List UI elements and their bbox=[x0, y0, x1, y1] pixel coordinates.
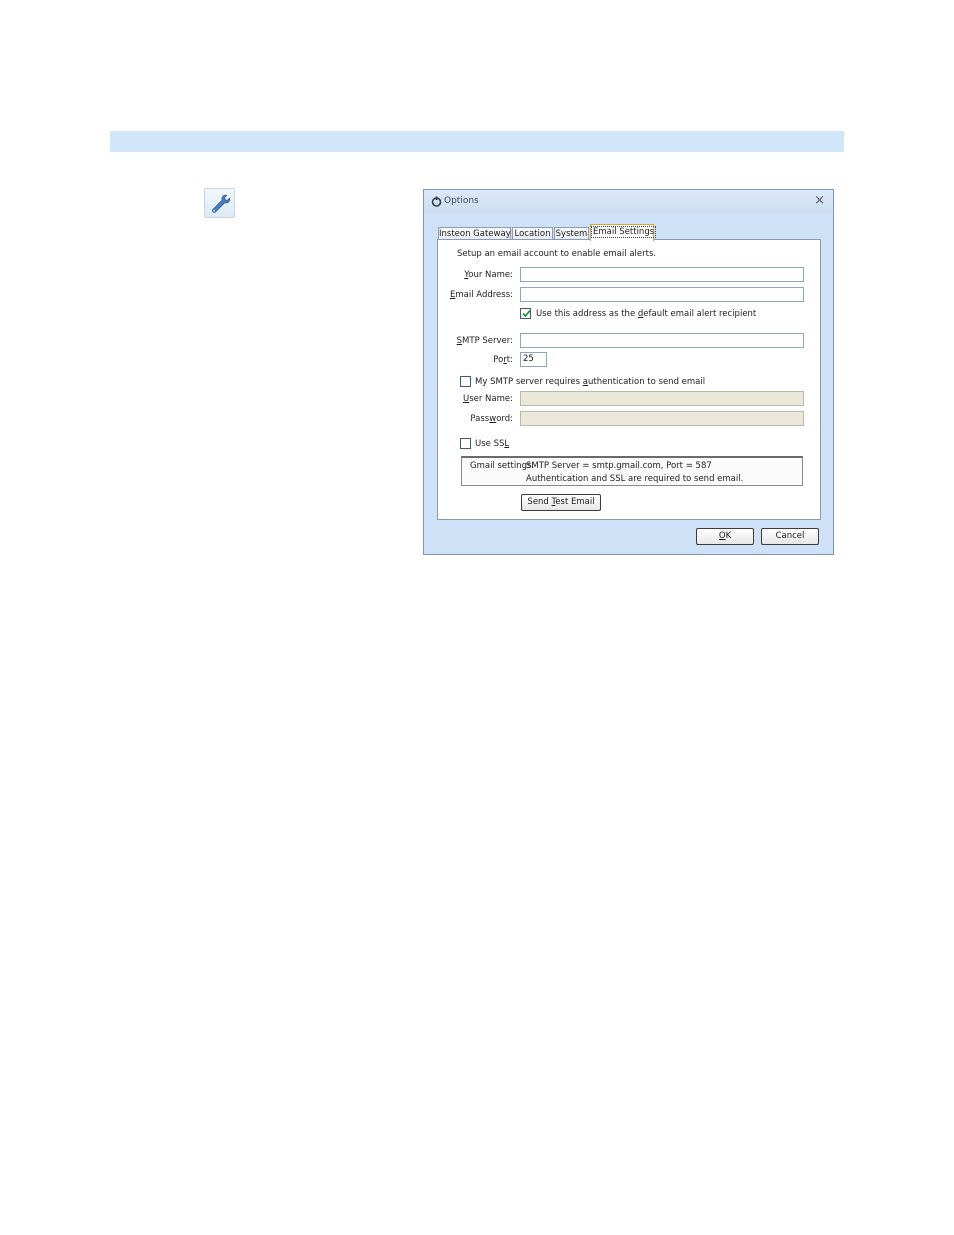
default-recipient-checkbox[interactable] bbox=[520, 308, 531, 319]
port-input[interactable]: 25 bbox=[520, 352, 547, 367]
gmail-info-line2: Authentication and SSL are required to s… bbox=[526, 474, 744, 484]
gmail-info-line1: SMTP Server = smtp.gmail.com, Port = 587 bbox=[526, 461, 712, 471]
tab-email-settings[interactable]: Email Settings bbox=[590, 224, 657, 241]
your-name-input[interactable] bbox=[520, 267, 804, 282]
gmail-info-box: Gmail settings: SMTP Server = smtp.gmail… bbox=[461, 456, 803, 486]
section-header-banner bbox=[110, 131, 844, 152]
ok-button[interactable]: OK bbox=[696, 528, 754, 545]
intro-text: Setup an email account to enable email a… bbox=[457, 249, 657, 259]
email-address-input[interactable] bbox=[520, 287, 804, 302]
port-label: Port: bbox=[493, 355, 513, 365]
cancel-button[interactable]: Cancel bbox=[761, 528, 819, 545]
password-input[interactable] bbox=[520, 411, 804, 426]
options-app-icon bbox=[431, 196, 442, 207]
email-settings-panel: Setup an email account to enable email a… bbox=[437, 239, 821, 520]
user-name-label: User Name: bbox=[462, 394, 513, 404]
wrench-icon bbox=[204, 188, 235, 218]
use-ssl-label: Use SSL bbox=[475, 439, 510, 449]
email-address-label: Email Address: bbox=[449, 290, 513, 300]
requires-auth-label: My SMTP server requires authentication t… bbox=[475, 377, 706, 387]
options-dialog: Options × Insteon Gateway Location Syste… bbox=[423, 189, 834, 555]
use-ssl-checkbox[interactable] bbox=[460, 438, 471, 449]
smtp-server-input[interactable] bbox=[520, 333, 804, 348]
your-name-label: Your Name: bbox=[464, 270, 513, 280]
smtp-server-label: SMTP Server: bbox=[456, 336, 513, 346]
send-test-email-button[interactable]: Send Test Email bbox=[521, 494, 601, 511]
close-button[interactable]: × bbox=[814, 193, 825, 208]
checkmark-icon bbox=[522, 309, 531, 318]
gmail-info-label: Gmail settings: bbox=[470, 461, 535, 471]
dialog-title: Options bbox=[444, 196, 479, 206]
requires-auth-checkbox[interactable] bbox=[460, 376, 471, 387]
title-bar: Options × bbox=[424, 190, 833, 214]
default-recipient-label: Use this address as the default email al… bbox=[536, 309, 757, 319]
password-label: Password: bbox=[470, 414, 513, 424]
user-name-input[interactable] bbox=[520, 391, 804, 406]
